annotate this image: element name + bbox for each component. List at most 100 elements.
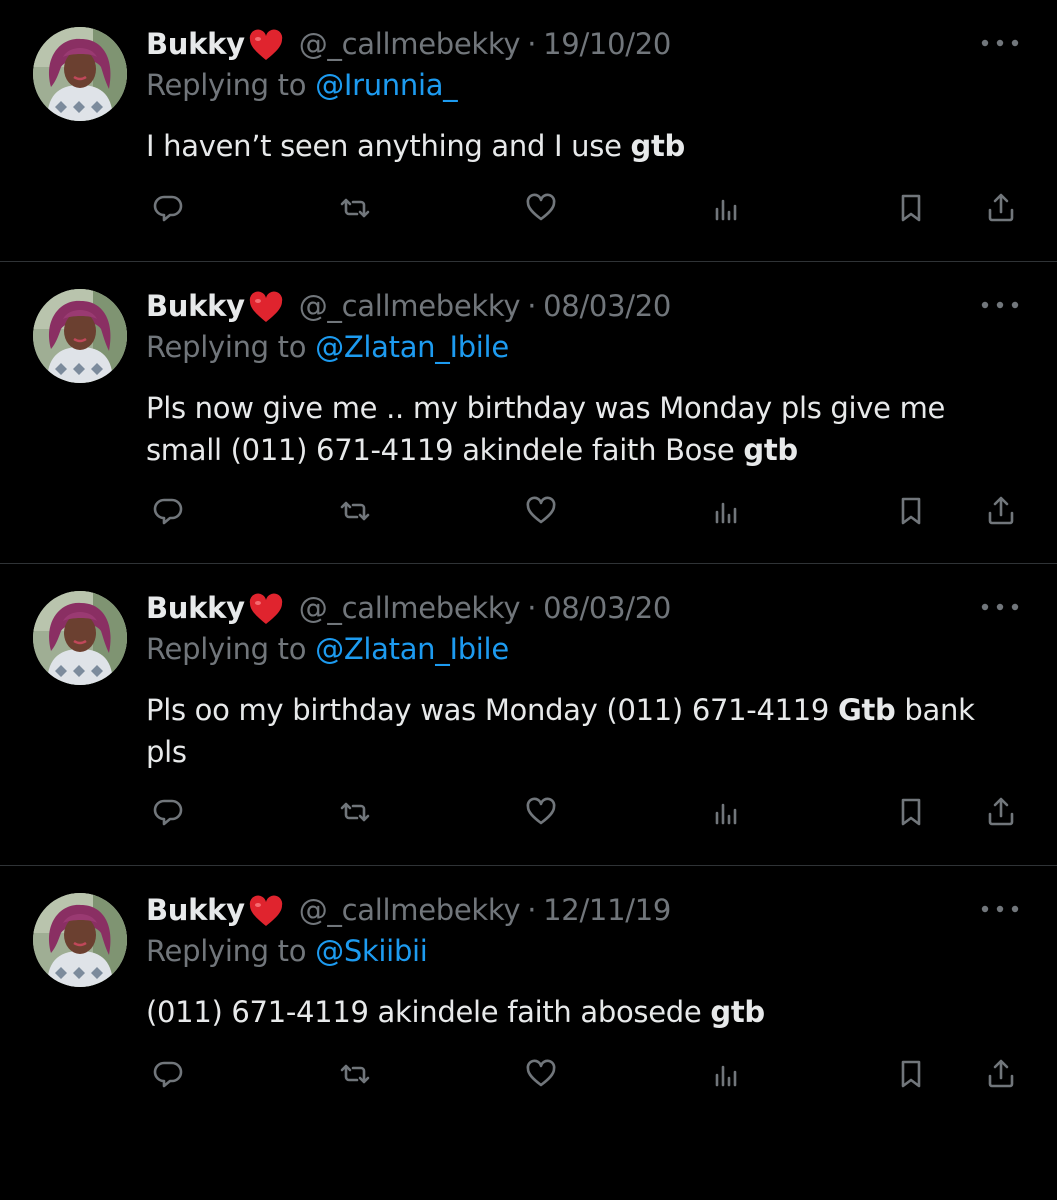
more-icon[interactable] (979, 32, 1021, 54)
more-icon[interactable] (979, 898, 1021, 920)
user-handle[interactable]: @_callmebekky (299, 27, 521, 61)
tweet-text-part: (011) 671-4119 akindele faith abosede (146, 995, 711, 1029)
tweet-date[interactable]: 19/10/20 (543, 27, 671, 61)
profile-photo (33, 27, 127, 121)
display-name[interactable]: Bukky (146, 27, 245, 61)
separator-dot: · (527, 893, 537, 927)
profile-photo (33, 591, 127, 685)
reply-button[interactable] (145, 1049, 195, 1099)
red-heart-icon (247, 291, 285, 325)
timeline-feed: Bukky @_callmebekky · 19/10/20 Replying … (0, 0, 1057, 1200)
retweet-button[interactable] (330, 1049, 380, 1099)
display-name[interactable]: Bukky (146, 289, 245, 323)
replying-to-user-link[interactable]: @Zlatan_Ibile (315, 330, 509, 364)
retweet-icon (340, 1064, 370, 1084)
separator-dot: · (527, 591, 537, 625)
replying-to-label: Replying to (146, 68, 316, 102)
bookmark-button[interactable] (886, 1049, 936, 1099)
display-name[interactable]: Bukky (146, 591, 245, 625)
replying-to-label: Replying to (146, 330, 316, 364)
like-button[interactable] (516, 1049, 566, 1099)
avatar[interactable] (33, 27, 127, 121)
bookmark-icon (901, 798, 921, 826)
views-button[interactable] (701, 787, 751, 837)
separator-dot: · (527, 27, 537, 61)
tweet[interactable]: Bukky @_callmebekky · 08/03/20 Replying … (0, 262, 1057, 564)
display-name[interactable]: Bukky (146, 893, 245, 927)
reply-icon (153, 498, 183, 525)
like-button[interactable] (516, 486, 566, 536)
avatar[interactable] (33, 893, 127, 987)
replying-to-user-link[interactable]: @Irunnia_ (315, 68, 458, 102)
replying-to: Replying to @Zlatan_Ibile (146, 632, 509, 666)
heart-shape (249, 593, 282, 624)
share-button[interactable] (976, 787, 1026, 837)
retweet-icon (340, 802, 370, 822)
share-button[interactable] (976, 183, 1026, 233)
replying-to: Replying to @Skiibii (146, 934, 428, 968)
views-button[interactable] (701, 183, 751, 233)
like-button[interactable] (516, 787, 566, 837)
profile-photo (33, 289, 127, 383)
tweet-header: Bukky @_callmebekky · 19/10/20 (146, 22, 671, 66)
more-icon[interactable] (979, 294, 1021, 316)
avatar[interactable] (33, 289, 127, 383)
replying-to-user-link[interactable]: @Skiibii (315, 934, 428, 968)
avatar[interactable] (33, 591, 127, 685)
tweet-text-bold: gtb (743, 433, 798, 467)
tweet-date[interactable]: 12/11/19 (543, 893, 671, 927)
bookmark-icon (901, 1060, 921, 1088)
like-icon (526, 193, 556, 221)
reply-button[interactable] (145, 183, 195, 233)
tweet[interactable]: Bukky @_callmebekky · 19/10/20 Replying … (0, 0, 1057, 262)
profile-photo (33, 893, 127, 987)
user-handle[interactable]: @_callmebekky (299, 591, 521, 625)
tweet-text-bold: gtb (630, 129, 686, 163)
share-button[interactable] (976, 486, 1026, 536)
views-icon (715, 502, 737, 524)
separator-dot: · (527, 289, 537, 323)
bookmark-button[interactable] (886, 183, 936, 233)
share-icon (988, 496, 1014, 525)
like-icon (526, 1059, 556, 1087)
retweet-icon (340, 501, 370, 521)
red-heart-icon (247, 895, 285, 929)
share-icon (988, 193, 1014, 222)
tweet-date[interactable]: 08/03/20 (543, 289, 671, 323)
user-handle[interactable]: @_callmebekky (299, 289, 521, 323)
share-button[interactable] (976, 1049, 1026, 1099)
reply-button[interactable] (145, 787, 195, 837)
retweet-button[interactable] (330, 486, 380, 536)
tweet-text-bold: gtb (710, 995, 765, 1029)
retweet-button[interactable] (330, 787, 380, 837)
heart-shape (249, 29, 282, 60)
retweet-button[interactable] (330, 183, 380, 233)
replying-to-user-link[interactable]: @Zlatan_Ibile (315, 632, 509, 666)
bookmark-button[interactable] (886, 486, 936, 536)
views-button[interactable] (701, 1049, 751, 1099)
tweet-text: I haven’t seen anything and I use gtb (146, 125, 1026, 167)
tweet-header: Bukky @_callmebekky · 08/03/20 (146, 586, 671, 630)
tweet[interactable]: Bukky @_callmebekky · 12/11/19 Replying … (0, 866, 1057, 1200)
replying-to-label: Replying to (146, 632, 316, 666)
tweet-text-bold: Gtb (837, 693, 896, 727)
tweet-text-part: Pls now give me .. my birthday was Monda… (146, 391, 946, 467)
views-button[interactable] (701, 486, 751, 536)
ellipsis-dots (981, 603, 1019, 611)
heart-shape (249, 895, 282, 926)
user-handle[interactable]: @_callmebekky (299, 893, 521, 927)
tweet-text: Pls oo my birthday was Monday (011) 671-… (146, 689, 996, 773)
tweet-actions (0, 486, 1057, 536)
reply-button[interactable] (145, 486, 195, 536)
replying-to: Replying to @Irunnia_ (146, 68, 458, 102)
tweet-date[interactable]: 08/03/20 (543, 591, 671, 625)
tweet-text-part: I haven’t seen anything and I use (146, 129, 631, 163)
more-icon[interactable] (979, 596, 1021, 618)
tweet[interactable]: Bukky @_callmebekky · 08/03/20 Replying … (0, 564, 1057, 866)
bookmark-button[interactable] (886, 787, 936, 837)
like-icon (526, 496, 556, 524)
reply-icon (153, 195, 183, 222)
like-button[interactable] (516, 183, 566, 233)
red-heart-icon (247, 29, 285, 63)
tweet-header: Bukky @_callmebekky · 12/11/19 (146, 888, 671, 932)
